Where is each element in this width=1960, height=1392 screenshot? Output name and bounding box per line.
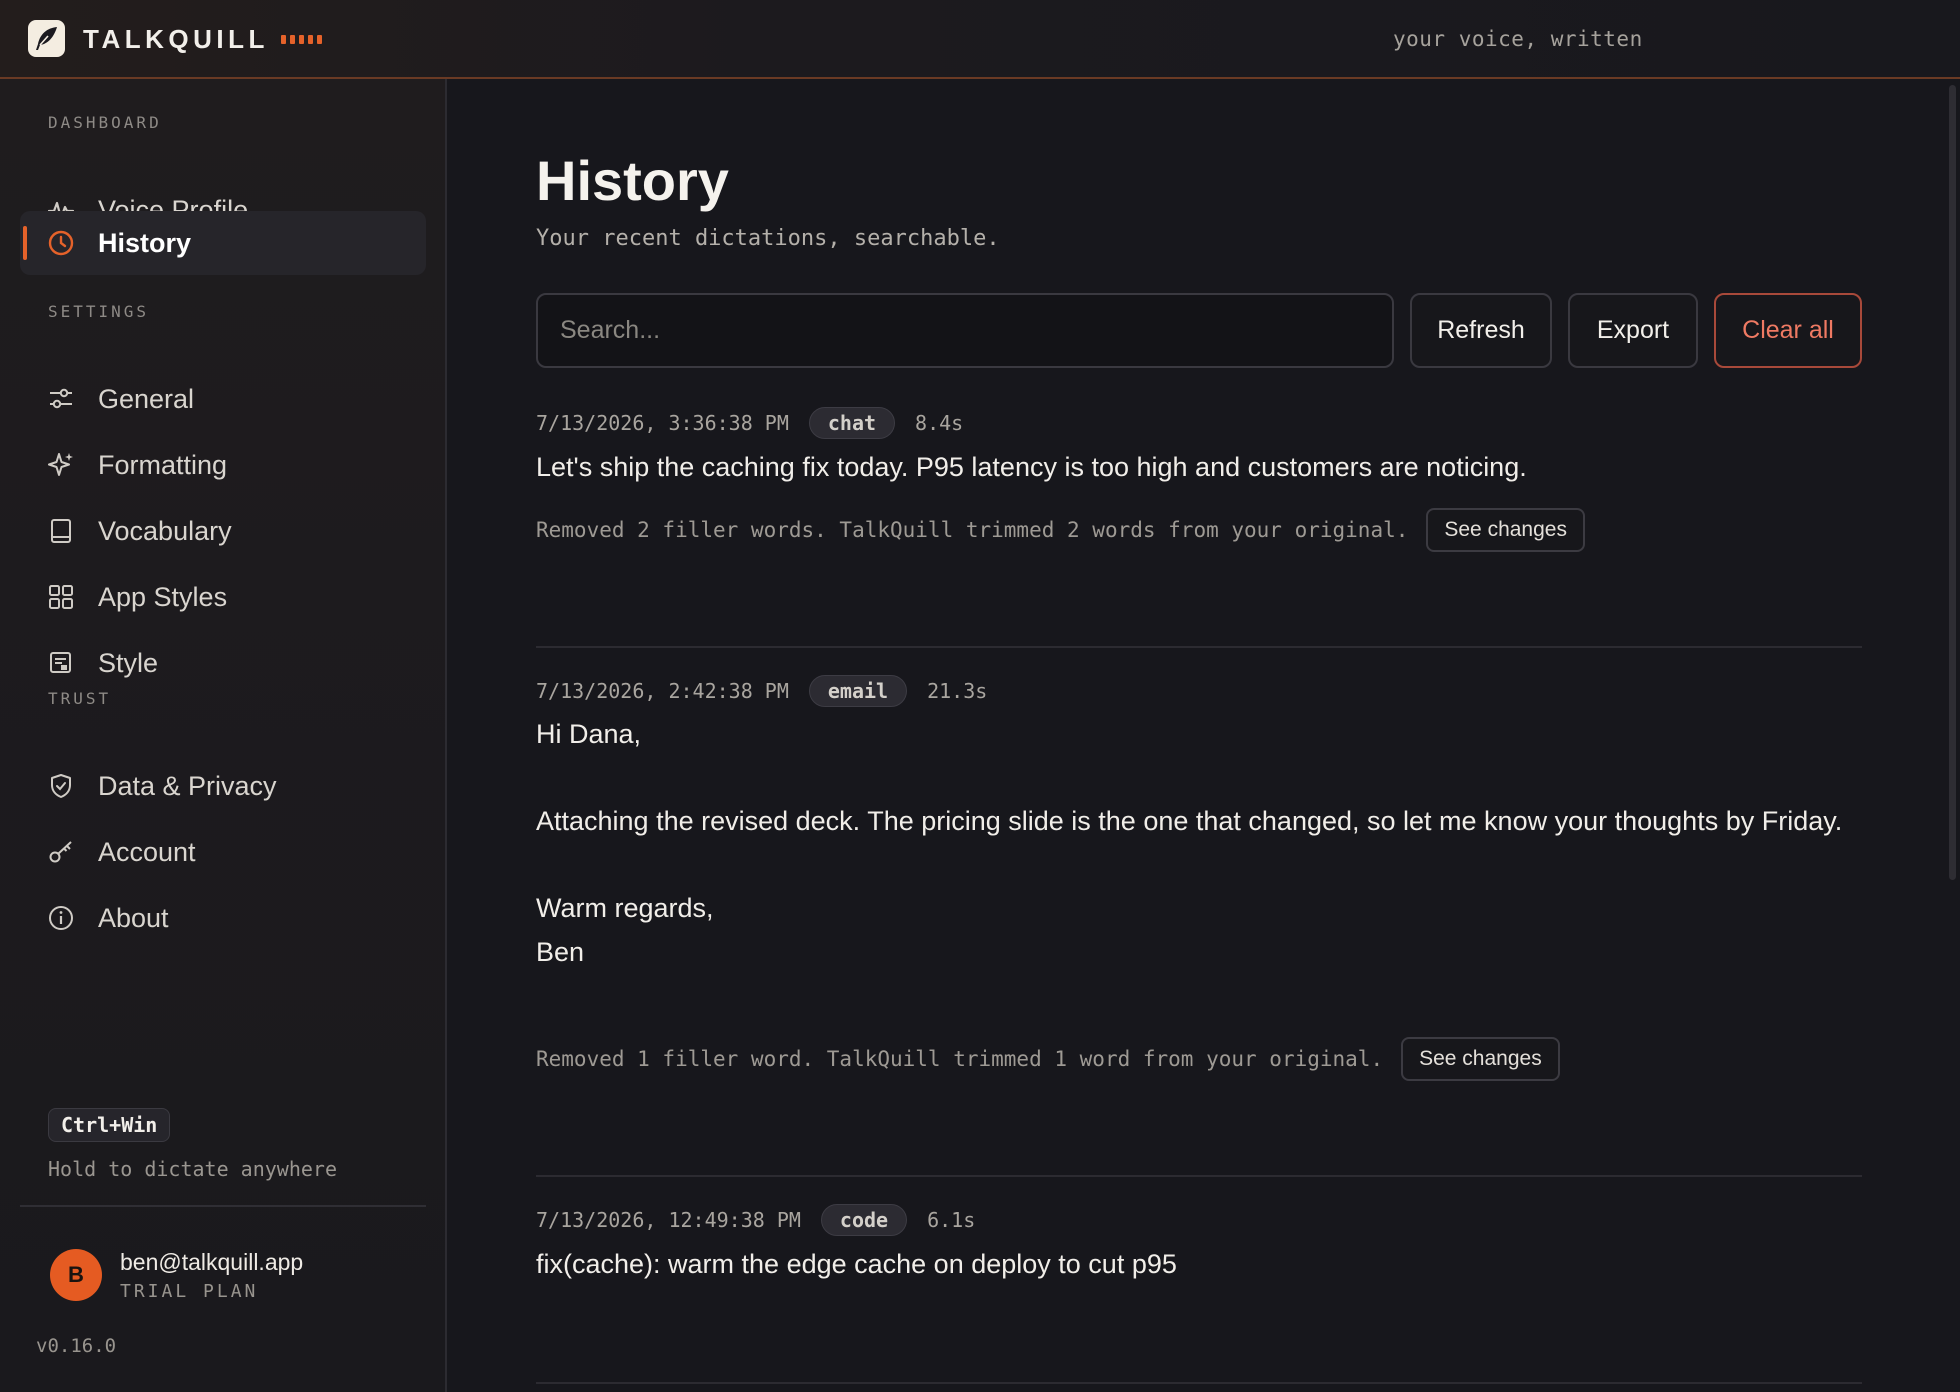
see-changes-button[interactable]: See changes — [1401, 1037, 1560, 1081]
sidebar-item-label: History — [98, 228, 192, 258]
entry-note: Removed 2 filler words. TalkQuill trimme… — [536, 508, 1585, 552]
entry-tag: email — [808, 675, 908, 707]
shield-check-icon — [51, 774, 71, 798]
entry-note: Removed 1 filler word. TalkQuill trimmed… — [536, 1037, 1560, 1081]
entry-divider — [536, 1175, 1862, 1177]
entry-note-text: Removed 2 filler words. TalkQuill trimme… — [536, 518, 1409, 542]
search-input[interactable] — [536, 293, 1394, 368]
section-label-settings: SETTINGS — [48, 302, 150, 321]
sidebar-item-data-privacy[interactable]: Data & Privacy — [20, 754, 426, 818]
sidebar-item-vocabulary[interactable]: Vocabulary — [20, 499, 426, 563]
entry-divider — [536, 1382, 1862, 1384]
brand-dots-icon — [281, 35, 322, 44]
entry-timestamp: 7/13/2026, 12:49:38 PM — [536, 1208, 801, 1232]
sidebar-item-app-styles[interactable]: App Styles — [20, 565, 426, 629]
sidebar-item-style[interactable]: Style — [20, 631, 426, 695]
grid-icon — [49, 585, 73, 609]
top-bar: TALKQUILL your voice, written — [0, 0, 1960, 79]
sidebar-item-about[interactable]: About — [20, 886, 426, 950]
quill-logo-icon — [28, 20, 65, 57]
sliders-icon — [50, 388, 72, 409]
book-icon — [51, 519, 71, 543]
see-changes-button[interactable]: See changes — [1426, 508, 1585, 552]
info-icon — [49, 906, 73, 930]
sidebar-item-label: Data & Privacy — [98, 771, 277, 801]
main-content: History Your recent dictations, searchab… — [449, 79, 1960, 1392]
key-icon — [49, 841, 72, 863]
sidebar-item-label: Formatting — [98, 450, 228, 480]
entry-duration: 8.4s — [915, 411, 964, 435]
page-title: History — [536, 149, 729, 212]
shortcut-keycap: Ctrl+Win — [48, 1108, 171, 1142]
sparkle-icon — [48, 453, 73, 476]
brand-name: TALKQUILL — [83, 24, 269, 54]
entry-meta: 7/13/2026, 12:49:38 PM code 6.1s — [536, 1204, 975, 1236]
sidebar-item-label: Style — [98, 648, 159, 678]
export-button[interactable]: Export — [1568, 293, 1698, 368]
sidebar-item-label: App Styles — [98, 582, 228, 612]
page-subtitle: Your recent dictations, searchable. — [536, 226, 1000, 251]
section-label-trust: TRUST — [48, 689, 112, 708]
scrollbar-thumb[interactable] — [1949, 85, 1956, 880]
entry-timestamp: 7/13/2026, 2:42:38 PM — [536, 679, 789, 703]
entry-divider — [536, 646, 1862, 648]
entry-text: Hi Dana, Attaching the revised deck. The… — [536, 719, 1843, 967]
sidebar-item-history[interactable]: History — [20, 211, 426, 275]
shortcut-hint: Hold to dictate anywhere — [48, 1157, 337, 1181]
entry-meta: 7/13/2026, 2:42:38 PM email 21.3s — [536, 675, 987, 707]
style-icon — [50, 652, 71, 673]
sidebar-divider — [20, 1205, 426, 1207]
sidebar-item-label: Vocabulary — [98, 516, 232, 546]
tagline: your voice, written — [1393, 27, 1643, 51]
entry-text: Let's ship the caching fix today. P95 la… — [536, 452, 1527, 482]
clock-icon — [48, 230, 74, 256]
avatar[interactable]: B — [50, 1249, 102, 1301]
entry-tag: code — [820, 1204, 908, 1236]
entry-timestamp: 7/13/2026, 3:36:38 PM — [536, 411, 789, 435]
entry-note-text: Removed 1 filler word. TalkQuill trimmed… — [536, 1047, 1384, 1071]
entry-tag: chat — [808, 407, 896, 439]
sidebar: DASHBOARD Voice Profile History SETTINGS… — [0, 79, 447, 1392]
section-label-dashboard: DASHBOARD — [48, 113, 162, 132]
sidebar-item-label: General — [98, 384, 195, 414]
sidebar-item-account[interactable]: Account — [20, 820, 426, 884]
entry-duration: 21.3s — [927, 679, 988, 703]
sidebar-item-formatting[interactable]: Formatting — [20, 433, 426, 497]
user-email: ben@talkquill.app — [120, 1249, 304, 1275]
entry-text: fix(cache): warm the edge cache on deplo… — [536, 1249, 1177, 1279]
clear-all-button[interactable]: Clear all — [1714, 293, 1862, 368]
entry-duration: 6.1s — [927, 1208, 976, 1232]
refresh-button[interactable]: Refresh — [1410, 293, 1552, 368]
app-version: v0.16.0 — [36, 1335, 117, 1357]
sidebar-item-general[interactable]: General — [20, 367, 426, 431]
sidebar-item-label: About — [98, 903, 169, 933]
entry-meta: 7/13/2026, 3:36:38 PM chat 8.4s — [536, 407, 963, 439]
user-plan: TRIAL PLAN — [120, 1281, 259, 1302]
sidebar-item-label: Account — [98, 837, 196, 867]
